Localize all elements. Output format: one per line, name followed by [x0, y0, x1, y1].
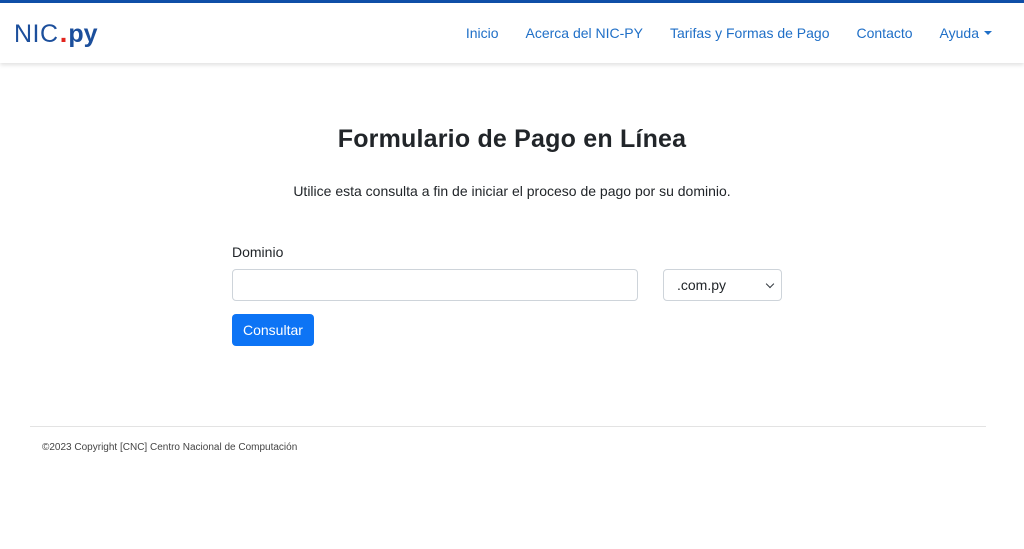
- caret-down-icon: [984, 31, 992, 35]
- brand-dot: .: [59, 17, 68, 48]
- main-nav: Inicio Acerca del NIC-PY Tarifas y Forma…: [452, 3, 1010, 63]
- payment-form: Dominio .com.py Consultar: [232, 199, 784, 346]
- footer: ©2023 Copyright [CNC] Centro Nacional de…: [30, 426, 986, 453]
- domain-input[interactable]: [232, 269, 638, 301]
- nav-item-tarifas[interactable]: Tarifas y Formas de Pago: [656, 3, 843, 63]
- domain-row: .com.py: [232, 269, 784, 301]
- nav-item-ayuda-dropdown[interactable]: Ayuda: [926, 3, 1010, 63]
- brand-nic: NIC: [14, 20, 59, 48]
- nav-item-ayuda-label: Ayuda: [939, 25, 979, 41]
- nav-item-inicio[interactable]: Inicio: [452, 3, 512, 63]
- chevron-down-icon: [765, 279, 775, 288]
- page-title: Formulario de Pago en Línea: [337, 125, 687, 153]
- navbar: NIC. py Inicio Acerca del NIC-PY Tarifas …: [0, 3, 1024, 63]
- main-content: Formulario de Pago en Línea Utilice esta…: [0, 125, 1024, 346]
- nav-item-contacto[interactable]: Contacto: [843, 3, 926, 63]
- brand-logo[interactable]: NIC. py: [14, 19, 98, 47]
- nav-item-acerca[interactable]: Acerca del NIC-PY: [512, 3, 656, 63]
- page-subtitle: Utilice esta consulta a fin de iniciar e…: [293, 183, 731, 199]
- extension-selected-value: .com.py: [677, 277, 727, 293]
- copyright-text: ©2023 Copyright [CNC] Centro Nacional de…: [42, 442, 298, 453]
- brand-py: py: [68, 20, 98, 48]
- consultar-button[interactable]: Consultar: [232, 314, 314, 346]
- domain-label: Dominio: [232, 244, 284, 260]
- extension-select[interactable]: .com.py: [663, 269, 782, 301]
